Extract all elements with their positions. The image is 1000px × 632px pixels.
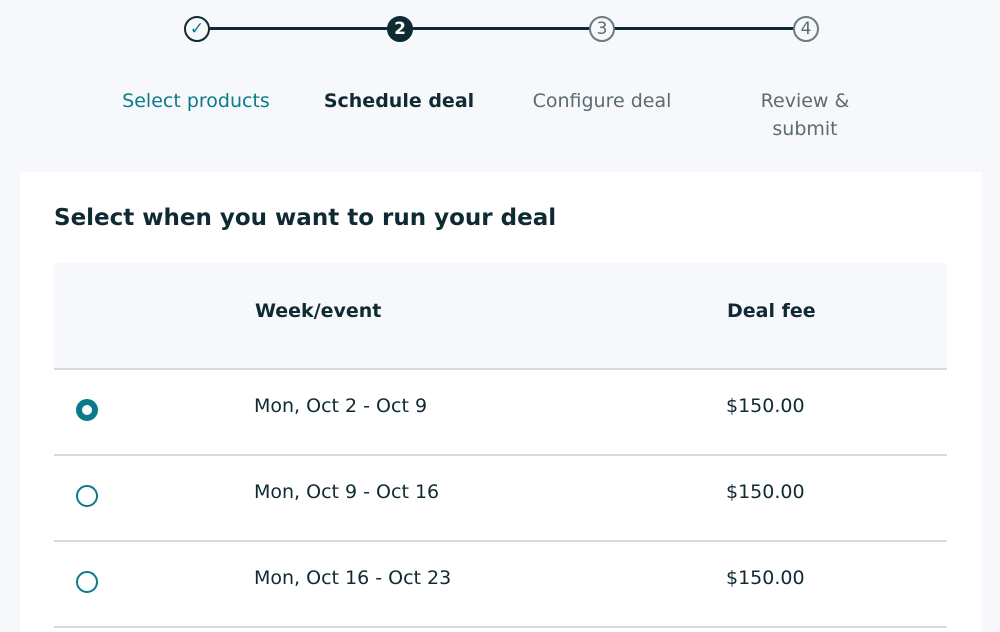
step-label-configure-deal: Configure deal [532,90,672,112]
step-label-review-submit: Review & submit [760,90,850,140]
week-radio-selected[interactable] [76,399,98,421]
fee-cell: $150.00 [726,395,805,417]
card-title: Select when you want to run your deal [54,205,557,231]
step-connector [614,27,794,30]
table-row[interactable]: Mon, Oct 2 - Oct 9 $150.00 [54,370,947,456]
step-label-schedule-deal: Schedule deal [323,90,475,112]
progress-stepper: ✓ 2 3 4 Select products Schedule deal Co… [0,0,1000,160]
week-radio[interactable] [76,571,98,593]
week-cell: Mon, Oct 2 - Oct 9 [254,395,428,417]
fee-cell: $150.00 [726,481,805,503]
week-cell: Mon, Oct 9 - Oct 16 [254,481,440,503]
week-radio[interactable] [76,485,98,507]
step-connector [210,27,388,30]
check-icon: ✓ [189,19,205,39]
step-2-indicator: 2 [387,16,413,42]
fee-cell: $150.00 [726,567,805,589]
table-header: Week/event Deal fee [54,263,947,370]
step-connector [412,27,590,30]
step-3-indicator: 3 [589,16,615,42]
column-header-deal-fee: Deal fee [727,300,816,322]
step-4-indicator: 4 [793,16,819,42]
step-label-select-products[interactable]: Select products [111,87,281,115]
deal-schedule-table: Week/event Deal fee Mon, Oct 2 - Oct 9 $… [54,263,947,628]
column-header-week-event: Week/event [255,300,382,322]
step-1-check-icon[interactable]: ✓ [184,16,210,42]
table-row[interactable]: Mon, Oct 16 - Oct 23 $150.00 [54,542,947,628]
week-cell: Mon, Oct 16 - Oct 23 [254,567,452,589]
schedule-card: Select when you want to run your deal We… [20,172,982,632]
table-row[interactable]: Mon, Oct 9 - Oct 16 $150.00 [54,456,947,542]
